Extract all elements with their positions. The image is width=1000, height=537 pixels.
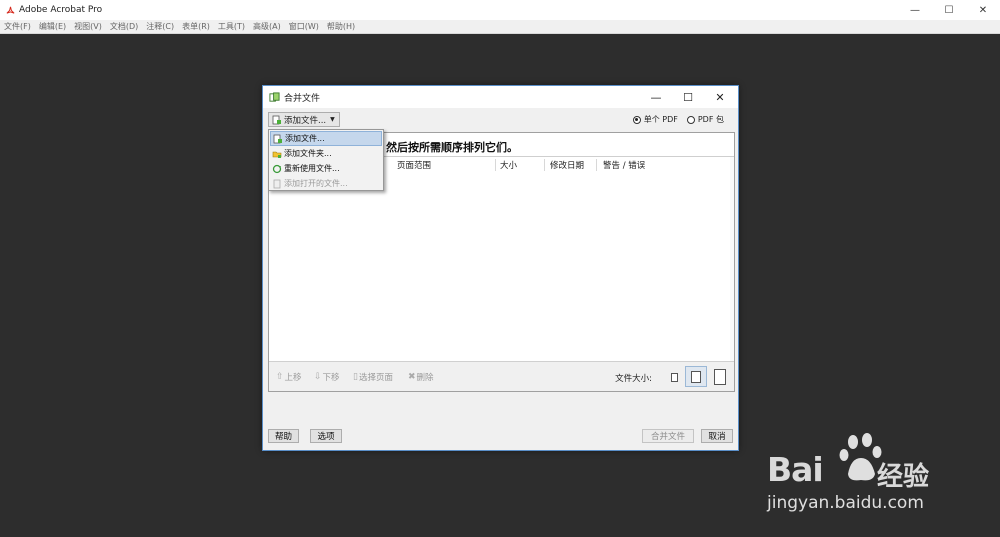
arrow-up-icon: ⇧ [276, 372, 284, 382]
dialog-maximize-button[interactable]: ☐ [672, 86, 704, 108]
radio-pdf-package-label: PDF 包 [697, 115, 724, 124]
radio-pdf-package-indicator[interactable] [686, 115, 695, 124]
column-divider[interactable] [544, 159, 545, 171]
menu-window[interactable]: 窗口(W) [289, 21, 319, 32]
dialog-titlebar: 合并文件 — ☐ ✕ [263, 86, 738, 108]
menu-file[interactable]: 文件(F) [4, 21, 31, 32]
watermark-url: jingyan.baidu.com [767, 493, 924, 513]
radio-pdf-package[interactable]: PDF 包 [686, 114, 724, 125]
radio-single-pdf[interactable]: 单个 PDF [632, 114, 678, 125]
maximize-button[interactable]: ☐ [932, 0, 966, 20]
menu-forms[interactable]: 表单(R) [182, 21, 210, 32]
dialog-minimize-button[interactable]: — [640, 86, 672, 108]
menu-item-add-files[interactable]: 添加文件... [270, 131, 382, 146]
delete-label: 删除 [416, 373, 434, 383]
file-list-actions: ⇧ 上移 ⇩ 下移 ▯ 选择页面 ✖ 删除 文件大小: [269, 361, 734, 391]
delete-button[interactable]: ✖ 删除 [408, 371, 434, 383]
radio-single-pdf-label: 单个 PDF [643, 115, 678, 124]
column-divider[interactable] [495, 159, 496, 171]
app-title: Adobe Acrobat Pro [19, 5, 103, 15]
add-file-icon [272, 115, 281, 124]
menu-item-label: 重新使用文件... [284, 164, 340, 173]
move-up-label: 上移 [284, 373, 302, 383]
dialog-title: 合并文件 [284, 93, 321, 104]
add-folder-icon [272, 151, 282, 158]
column-divider[interactable] [596, 159, 597, 171]
watermark-brand: Bai [767, 450, 824, 489]
combine-files-button[interactable]: 合并文件 [642, 429, 694, 443]
move-up-button[interactable]: ⇧ 上移 [276, 371, 302, 383]
column-header-modified-date[interactable]: 修改日期 [550, 159, 584, 171]
dialog-toolbar: 添加文件... ▼ [268, 112, 340, 127]
menu-item-label: 添加文件夹... [284, 149, 332, 158]
add-files-dropdown-button[interactable]: 添加文件... ▼ [268, 112, 340, 127]
choose-pages-button[interactable]: ▯ 选择页面 [353, 371, 393, 383]
dialog-window-controls: — ☐ ✕ [640, 86, 736, 108]
file-size-medium-icon[interactable] [691, 371, 701, 383]
menu-comments[interactable]: 注释(C) [146, 21, 174, 32]
column-header-size[interactable]: 大小 [500, 159, 517, 171]
column-header-warnings[interactable]: 警告 / 错误 [603, 159, 645, 171]
file-size-label: 文件大小: [615, 374, 652, 384]
options-button[interactable]: 选项 [310, 429, 342, 443]
help-button[interactable]: 帮助 [268, 429, 299, 443]
menu-view[interactable]: 视图(V) [74, 21, 102, 32]
menu-item-reuse-files[interactable]: 重新使用文件... [270, 161, 382, 176]
menu-item-add-folder[interactable]: 添加文件夹... [270, 146, 382, 161]
add-file-icon [273, 134, 282, 143]
file-size-large-icon[interactable] [714, 369, 726, 385]
file-list-scrollbar[interactable] [730, 157, 734, 391]
menu-item-add-open-files[interactable]: 添加打开的文件... [270, 176, 382, 191]
minimize-button[interactable]: — [898, 0, 932, 20]
menubar: 文件(F) 编辑(E) 视图(V) 文档(D) 注释(C) 表单(R) 工具(T… [0, 20, 1000, 34]
choose-pages-label: 选择页面 [358, 373, 393, 383]
menu-item-label: 添加打开的文件... [284, 179, 348, 188]
menu-advanced[interactable]: 高级(A) [253, 21, 281, 32]
add-files-menu: 添加文件... 添加文件夹... 重新使用文件... 添加打开的文件... [268, 129, 384, 191]
arrow-down-icon: ⇩ [314, 372, 322, 382]
acrobat-logo-icon [6, 6, 15, 14]
menu-tools[interactable]: 工具(T) [218, 21, 245, 32]
menu-edit[interactable]: 编辑(E) [39, 21, 66, 32]
add-files-label: 添加文件... [284, 115, 327, 126]
app-titlebar: Adobe Acrobat Pro — ☐ ✕ [0, 0, 1000, 20]
chevron-down-icon: ▼ [330, 116, 335, 123]
menu-document[interactable]: 文档(D) [110, 21, 138, 32]
output-type-group: 单个 PDF PDF 包 [624, 114, 724, 125]
delete-icon: ✖ [408, 372, 416, 382]
column-header-page-range[interactable]: 页面范围 [397, 159, 431, 171]
menu-help[interactable]: 帮助(H) [327, 21, 355, 32]
file-size-small-icon[interactable] [671, 373, 678, 382]
radio-single-pdf-indicator[interactable] [632, 115, 641, 124]
page-icon: ▯ [353, 372, 358, 382]
reuse-files-icon [272, 164, 282, 173]
watermark-brand-suffix: 经验 [877, 462, 930, 492]
close-button[interactable]: ✕ [966, 0, 1000, 20]
dialog-close-button[interactable]: ✕ [704, 86, 736, 108]
move-down-label: 下移 [322, 373, 340, 383]
combine-files-icon [269, 91, 280, 102]
window-controls: — ☐ ✕ [898, 0, 1000, 20]
baidu-jingyan-watermark: Bai 经验 jingyan.baidu.com [765, 430, 980, 525]
instruction-text: 然后按所需顺序排列它们。 [386, 141, 518, 154]
add-open-files-icon [273, 179, 281, 188]
menu-item-label: 添加文件... [285, 134, 325, 143]
cancel-button[interactable]: 取消 [701, 429, 733, 443]
move-down-button[interactable]: ⇩ 下移 [314, 371, 340, 383]
